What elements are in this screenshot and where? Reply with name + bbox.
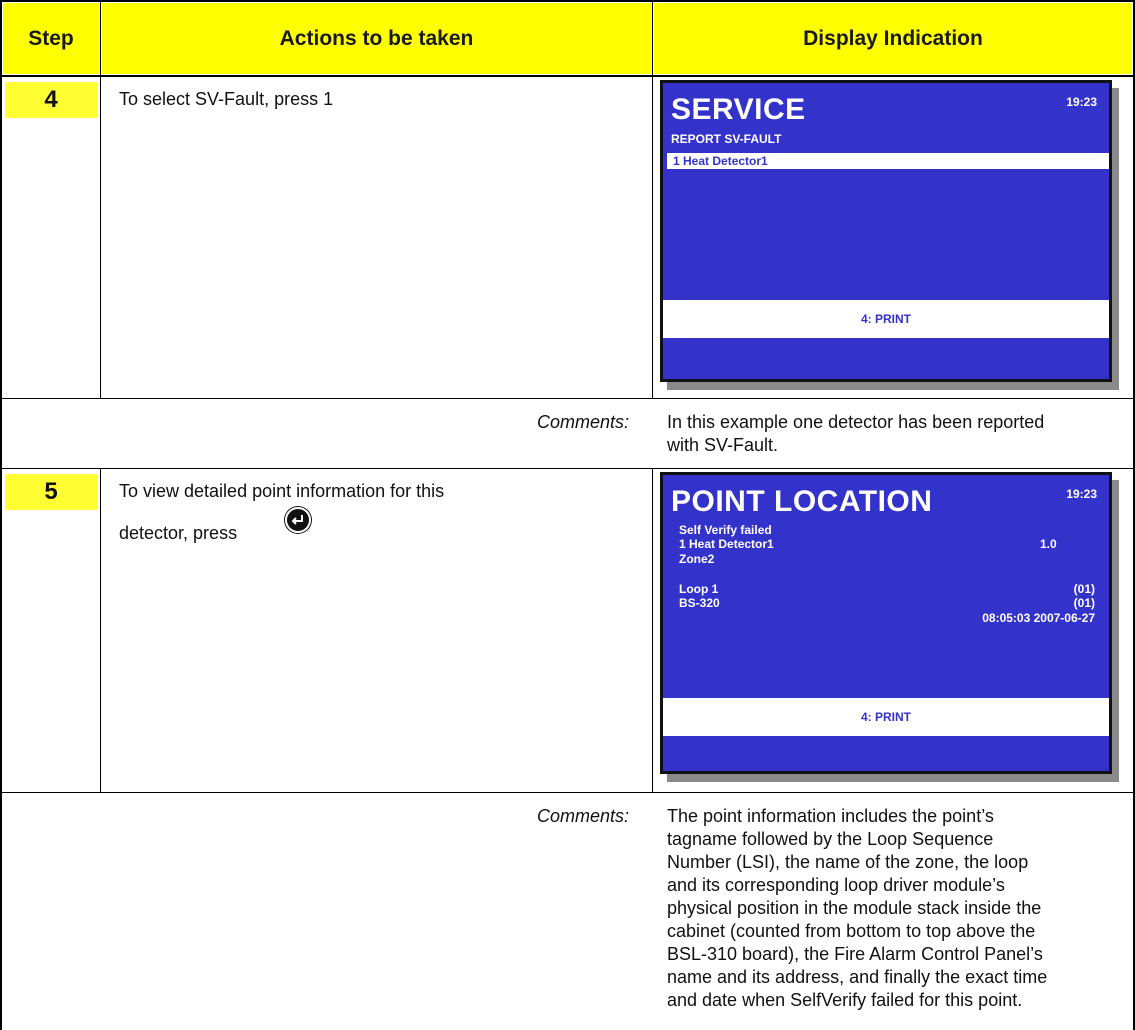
screen-time: 19:23: [1066, 95, 1097, 109]
action-text-5b: detector, press: [119, 523, 238, 543]
screen-title: POINT LOCATION: [671, 485, 933, 518]
row4-divider: [0, 398, 1135, 399]
comments-line: physical position in the module stack in…: [667, 898, 1042, 918]
zone-name: Zone2: [679, 552, 715, 566]
col-divider-2-row4: [652, 75, 653, 398]
panel-address: (01): [1073, 596, 1095, 610]
comments-line: name and its address, and finally the ex…: [667, 967, 1048, 987]
header-step: Step: [3, 3, 99, 74]
print-softkey: 4: PRINT: [663, 698, 1109, 736]
comments-line: tagname followed by the Loop Sequence: [667, 829, 994, 849]
enter-key-icon: [285, 507, 311, 533]
header-actions: Actions to be taken: [102, 3, 651, 74]
status-line: Self Verify failed: [679, 523, 772, 537]
screen-time: 19:23: [1066, 487, 1097, 501]
comments-line: BSL-310 board), the Fire Alarm Control P…: [667, 944, 1043, 964]
col-divider-1-row5: [100, 468, 101, 792]
col-divider-2-row5: [652, 468, 653, 792]
comments-line: The point information includes the point…: [667, 806, 994, 826]
comments-line-4a: In this example one detector has been re…: [667, 412, 1045, 432]
action-text-5a: To view detailed point information for t…: [119, 481, 445, 501]
panel-name: BS-320: [679, 596, 720, 610]
table-border-top: [0, 0, 1135, 2]
screen-subtitle: REPORT SV-FAULT: [671, 132, 782, 146]
loop-position: (01): [1073, 582, 1095, 596]
point-tagname: 1 Heat Detector1: [679, 537, 774, 551]
header-display: Display Indication: [654, 3, 1132, 74]
point-lsi: 1.0: [1040, 537, 1057, 551]
print-softkey: 4: PRINT: [663, 300, 1109, 338]
comments-line: Number (LSI), the name of the zone, the …: [667, 852, 1029, 872]
comments-line: and its corresponding loop driver module…: [667, 875, 1005, 895]
selected-item: 1 Heat Detector1: [667, 153, 1109, 169]
table-border-left: [0, 0, 2, 1030]
comment4-divider: [0, 468, 1135, 469]
lcd-screen-point-location: POINT LOCATION 19:23 Self Verify failed …: [660, 472, 1112, 774]
comments-line: and date when SelfVerify failed for this…: [667, 990, 1023, 1010]
failure-timestamp: 08:05:03 2007-06-27: [982, 611, 1095, 625]
lcd-screen-service: SERVICE 19:23 REPORT SV-FAULT 1 Heat Det…: [660, 80, 1112, 382]
col-divider-1: [100, 0, 101, 75]
col-divider-2: [652, 0, 653, 75]
comments-label-4: Comments:: [537, 412, 630, 432]
comments-line-4b: with SV-Fault.: [667, 435, 779, 455]
row5-divider: [0, 792, 1135, 793]
action-text-4: To select SV-Fault, press 1: [119, 89, 334, 109]
loop-name: Loop 1: [679, 582, 719, 596]
comments-label-5: Comments:: [537, 806, 630, 826]
comments-line: cabinet (counted from bottom to top abov…: [667, 921, 1036, 941]
header-divider: [0, 75, 1135, 77]
step-number-4: 4: [5, 82, 97, 118]
step-number-5: 5: [5, 474, 97, 510]
screen-title: SERVICE: [671, 93, 806, 126]
col-divider-1-row4: [100, 75, 101, 398]
